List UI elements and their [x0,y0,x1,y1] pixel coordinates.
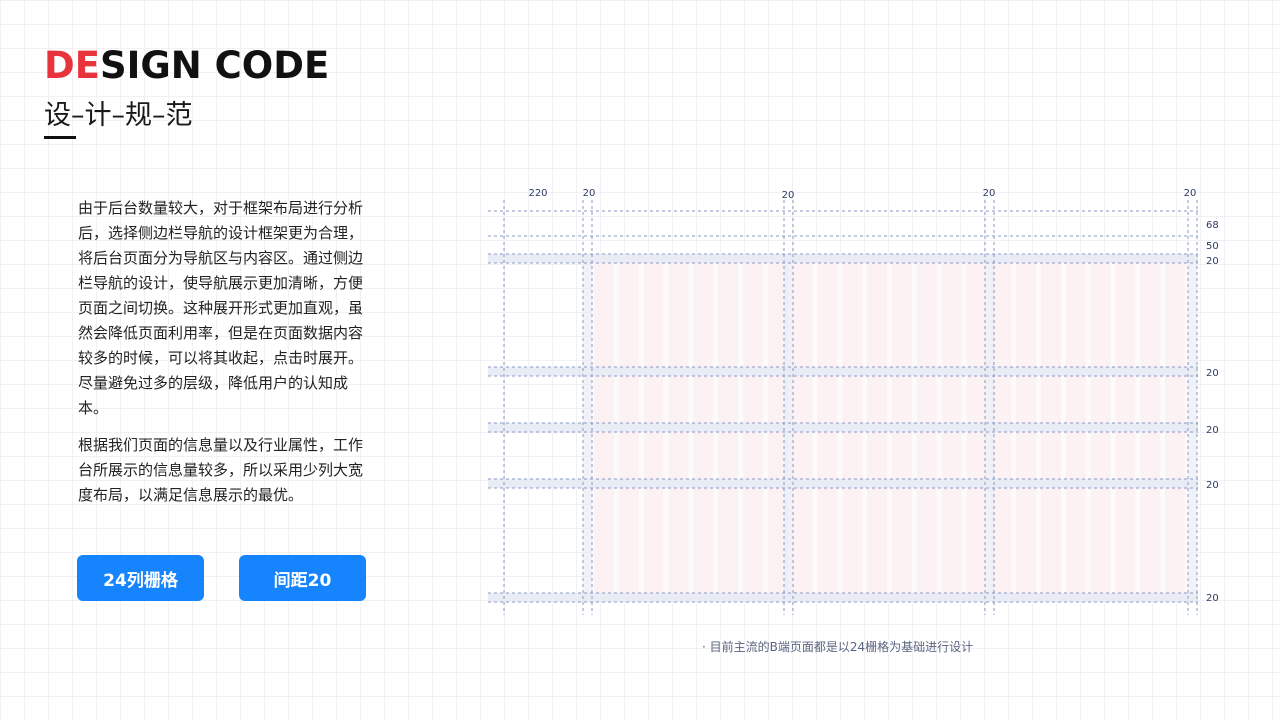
row-gutter-band [488,479,1198,488]
column-gutter-band [784,254,793,602]
column-gutter-band [985,254,994,602]
dim-label-row-gap-2: 20 [1206,368,1219,379]
diagram-caption: · 目前主流的B端页面都是以24栅格为基础进行设计 [702,640,974,654]
dim-label-gutter-1: 20 [782,190,795,201]
row-gutter-band [488,593,1198,602]
dim-label-header: 68 [1206,220,1219,231]
row-gutter-band [488,254,1198,263]
dim-label-gutter-right: 20 [1184,188,1197,199]
dim-label-row-gap-5: 20 [1206,593,1219,604]
dim-label-row-gap-4: 20 [1206,480,1219,491]
dim-label-row-gap-3: 20 [1206,425,1219,436]
column-gutter-band [1188,254,1197,602]
column-gutter-band [583,254,592,602]
layout-grid-diagram: 220 20 20 20 20 68 50 20 20 20 20 20 [488,188,1219,615]
dim-label-toolbar: 50 [1206,241,1219,252]
top-dimension-labels: 220 20 20 20 20 [528,188,1196,201]
dim-label-sidebar: 220 [528,188,547,199]
dim-label-gutter-2: 20 [983,188,996,199]
dim-label-row-gap-1: 20 [1206,256,1219,267]
row-gutter-band [488,423,1198,432]
dim-label-gutter-left: 20 [583,188,596,199]
row-gutter-band [488,367,1198,376]
right-dimension-labels: 68 50 20 20 20 20 20 [1206,220,1219,604]
